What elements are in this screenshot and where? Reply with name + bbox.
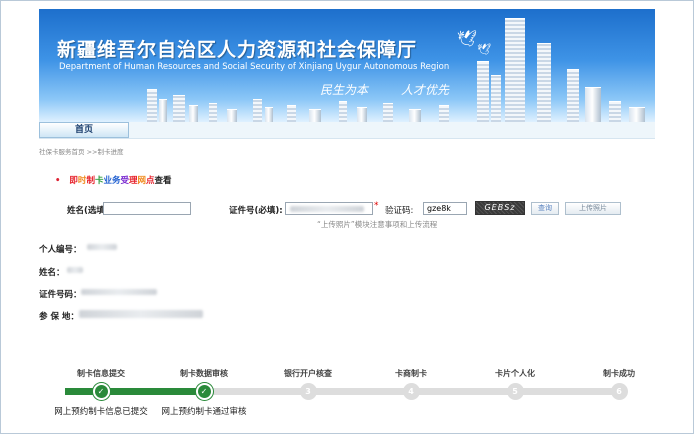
- id-input[interactable]: [285, 202, 373, 215]
- site-subtitle: Department of Human Resources and Social…: [59, 62, 450, 72]
- progress-track-segment: [101, 388, 204, 395]
- captcha-image[interactable]: GEBSz: [475, 201, 525, 215]
- page-frame: 新疆维吾尔自治区人力资源和社会保障厅 Department of Human R…: [0, 0, 694, 434]
- step-description: 网上预约制卡通过审核: [161, 407, 247, 417]
- site-banner: 新疆维吾尔自治区人力资源和社会保障厅 Department of Human R…: [39, 9, 655, 122]
- step-title: 卡商制卡: [395, 369, 427, 378]
- step-title: 制卡信息提交: [77, 369, 125, 378]
- step-title: 卡片个人化: [495, 369, 535, 378]
- id-info-value: [81, 289, 157, 295]
- name-info-value: [67, 267, 83, 273]
- captcha-label: 验证码:: [385, 206, 414, 216]
- notice-segment: 查看: [154, 176, 172, 186]
- notice-segment: 业务: [103, 176, 121, 186]
- redacted-value: [290, 206, 364, 212]
- required-mark: *: [374, 201, 379, 211]
- step-number-badge: 6: [610, 383, 628, 400]
- step-check-icon: ✓: [195, 383, 213, 400]
- progress-track-segment: [308, 388, 411, 395]
- id-label: 证件号(必填):: [229, 206, 283, 216]
- notice-text: 即时制卡业务受理网点查看: [69, 176, 171, 186]
- notice-segment: 点: [146, 176, 155, 186]
- step-check-icon: ✓: [92, 383, 110, 400]
- notice-segment: 理: [129, 176, 138, 186]
- location-label: 参 保 地：: [39, 312, 79, 322]
- breadcrumb: 社保卡服务首页 >>制卡进度: [39, 148, 124, 156]
- notice-segment: 受: [120, 176, 129, 186]
- upload-hint-link[interactable]: “上传照片”模块注意事项和上传流程: [317, 219, 437, 230]
- bullet-icon: •: [55, 176, 61, 186]
- notice-segment: 制: [86, 176, 95, 186]
- location-value: [79, 310, 203, 318]
- slogan-left: 民生为本: [320, 83, 369, 97]
- name-info-label: 姓名：: [39, 268, 65, 278]
- dove-icon: 🕊: [457, 29, 478, 48]
- site-title: 新疆维吾尔自治区人力资源和社会保障厅: [57, 39, 418, 61]
- step-title: 银行开户核查: [284, 369, 332, 378]
- step-number-badge: 4: [402, 383, 420, 400]
- slogan-right: 人才优先: [401, 83, 450, 97]
- progress-track-segment: [515, 388, 619, 395]
- id-info-label: 证件号码：: [39, 290, 82, 300]
- upload-photo-button[interactable]: 上传照片: [565, 202, 621, 215]
- step-number-badge: 5: [506, 383, 524, 400]
- step-description: 网上预约制卡信息已提交: [54, 407, 148, 417]
- step-title: 制卡成功: [603, 369, 635, 378]
- notice-link[interactable]: • 即时制卡业务受理网点查看: [55, 174, 172, 186]
- name-input[interactable]: [103, 202, 191, 215]
- step-title: 制卡数据审核: [180, 369, 228, 378]
- progress-track-segment: [204, 388, 308, 395]
- captcha-input[interactable]: [423, 202, 467, 215]
- person-no-value: [87, 244, 117, 250]
- notice-segment: 即: [69, 176, 78, 186]
- nav-home-tab[interactable]: 首页: [39, 122, 129, 138]
- top-nav: 首页: [39, 122, 655, 139]
- dove-icon: 🕊: [477, 43, 491, 56]
- notice-segment: 网: [137, 176, 147, 186]
- query-button[interactable]: 查询: [531, 202, 559, 215]
- person-no-label: 个人编号：: [39, 245, 82, 255]
- progress-tracker: 制卡信息提交 ✓ 网上预约制卡信息已提交 制卡数据审核 ✓ 网上预约制卡通过审核 银行开户核…: [1, 363, 693, 433]
- progress-track-segment: [411, 388, 515, 395]
- step-number-badge: 3: [299, 383, 317, 400]
